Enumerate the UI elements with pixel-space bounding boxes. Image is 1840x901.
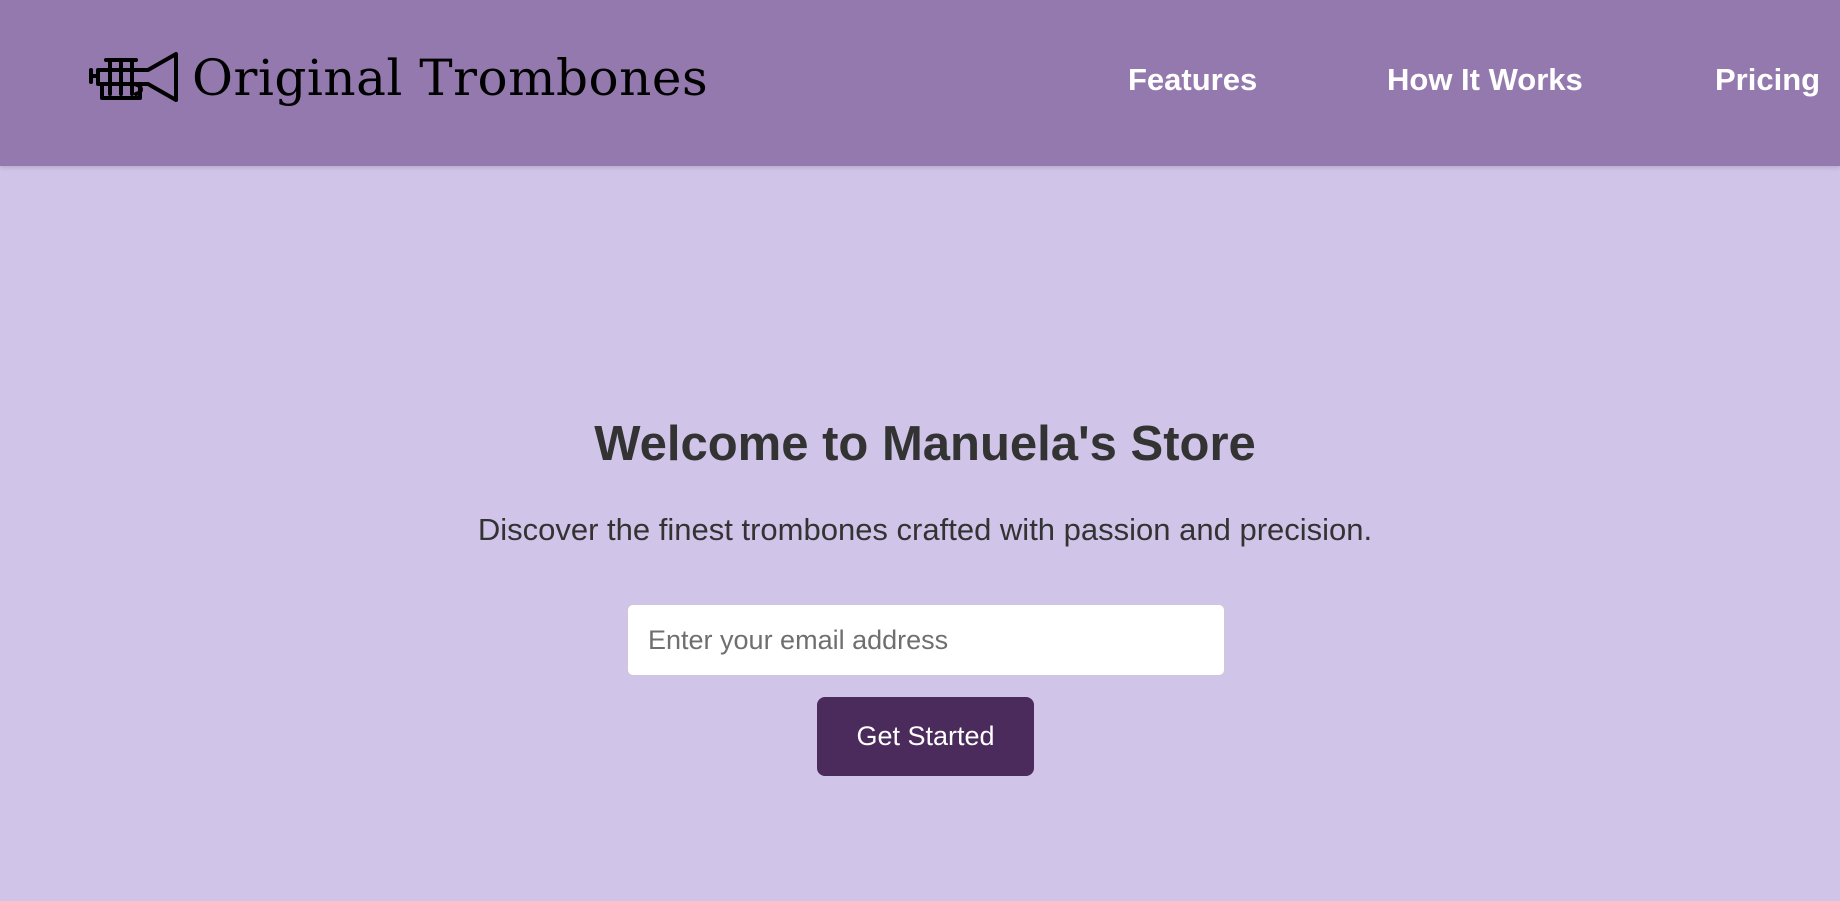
site-header: Original Trombones Features How It Works… [0, 0, 1840, 166]
nav-link-features[interactable]: Features [1128, 62, 1257, 98]
brand-logo[interactable]: Original Trombones [88, 38, 708, 118]
hero-title: Welcome to Manuela's Store [594, 417, 1256, 471]
brand-name: Original Trombones [192, 49, 709, 107]
hero-subtitle: Discover the finest trombones crafted wi… [477, 512, 1373, 547]
email-input[interactable] [627, 604, 1225, 676]
nav-link-how-it-works[interactable]: How It Works [1387, 62, 1583, 98]
hero-section: Welcome to Manuela's Store Discover the … [0, 166, 1840, 901]
get-started-button[interactable]: Get Started [817, 697, 1034, 776]
trombone-icon [89, 52, 178, 102]
nav-link-pricing[interactable]: Pricing [1715, 62, 1820, 98]
